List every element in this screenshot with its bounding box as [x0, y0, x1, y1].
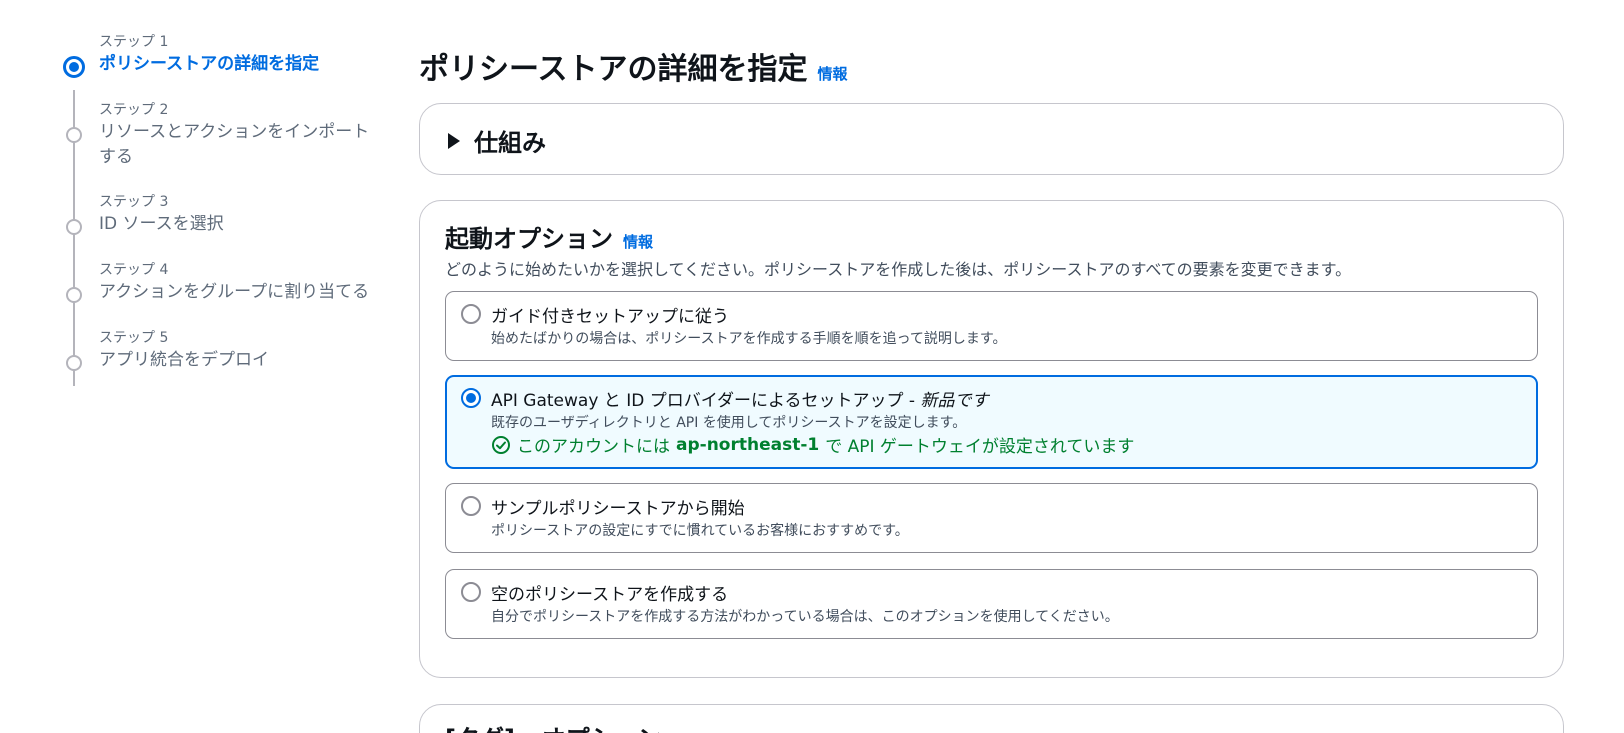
- radio-guided-setup[interactable]: [461, 304, 481, 324]
- launch-info-link[interactable]: 情報: [623, 231, 653, 252]
- step-2-label: リソースとアクションをインポート: [99, 122, 370, 142]
- step-3-number: ステップ 3: [99, 194, 169, 210]
- step-1-number: ステップ 1: [99, 34, 169, 50]
- step-4: ステップ 4 アクションをグループに割り当てる: [62, 260, 369, 305]
- radio-api-gateway-setup[interactable]: [461, 388, 481, 408]
- launch-options-description: どのように始めたいかを選択してください。ポリシーストアを作成した後は、ポリシース…: [445, 260, 1352, 279]
- status-suffix: で API ゲートウェイが設定されています: [825, 437, 1135, 457]
- step-2-label-cont: する: [99, 147, 133, 167]
- step-5-circle-icon: [66, 355, 82, 371]
- page-info-link[interactable]: 情報: [818, 63, 848, 84]
- step-1-label: ポリシーストアの詳細を指定: [99, 54, 320, 74]
- step-5: ステップ 5 アプリ統合をデプロイ: [62, 328, 269, 373]
- step-1-active-icon: [63, 56, 85, 78]
- option-empty-policy-store[interactable]: 空のポリシーストアを作成する 自分でポリシーストアを作成する方法がわかっている場…: [445, 569, 1538, 639]
- option-empty-title: 空のポリシーストアを作成する: [491, 585, 729, 605]
- status-prefix: このアカウントには: [517, 437, 670, 457]
- option-sample-title: サンプルポリシーストアから開始: [491, 499, 745, 519]
- option-api-gateway-desc: 既存のユーザディレクトリと API を使用してポリシーストアを設定します。: [491, 415, 967, 431]
- how-it-works-panel[interactable]: 仕組み: [419, 103, 1564, 175]
- step-4-label: アクションをグループに割り当てる: [99, 282, 370, 302]
- how-it-works-toggle[interactable]: 仕組み: [448, 123, 546, 158]
- step-5-number: ステップ 5: [99, 330, 169, 346]
- step-1[interactable]: ステップ 1 ポリシーストアの詳細を指定: [62, 32, 320, 78]
- how-it-works-title: 仕組み: [474, 129, 546, 157]
- option-empty-desc: 自分でポリシーストアを作成する方法がわかっている場合は、このオプションを使用して…: [491, 609, 1119, 625]
- launch-options-panel: 起動オプション 情報 どのように始めたいかを選択してください。ポリシーストアを作…: [419, 200, 1564, 678]
- new-label: 新品です: [920, 391, 989, 411]
- option-sample-desc: ポリシーストアの設定にすでに慣れているお客様におすすめです。: [491, 523, 909, 539]
- step-4-circle-icon: [66, 287, 82, 303]
- option-guided-setup[interactable]: ガイド付きセットアップに従う 始めたばかりの場合は、ポリシーストアを作成する手順…: [445, 291, 1538, 361]
- step-2-number: ステップ 2: [99, 102, 169, 118]
- launch-options-title: 起動オプション: [445, 225, 613, 253]
- status-region: ap-northeast-1: [676, 434, 820, 455]
- radio-empty-policy-store[interactable]: [461, 582, 481, 602]
- check-circle-icon: [492, 435, 510, 454]
- option-sample-policy-store[interactable]: サンプルポリシーストアから開始 ポリシーストアの設定にすでに慣れているお客様にお…: [445, 483, 1538, 553]
- page-header: ポリシーストアの詳細を指定 情報: [419, 44, 848, 88]
- radio-sample-policy-store[interactable]: [461, 496, 481, 516]
- caret-right-icon: [448, 132, 460, 149]
- api-gateway-status: このアカウントには ap-northeast-1 で API ゲートウェイが設定…: [491, 432, 1134, 457]
- tags-title: [タグ] - オプション: [445, 719, 662, 733]
- step-2: ステップ 2 リソースとアクションをインポート する: [62, 100, 369, 170]
- option-guided-setup-desc: 始めたばかりの場合は、ポリシーストアを作成する手順を順を追って説明します。: [491, 331, 1007, 347]
- option-api-gateway-setup[interactable]: API Gateway と ID プロバイダーによるセットアップ - 新品です …: [445, 375, 1538, 469]
- step-3: ステップ 3 ID ソースを選択: [62, 192, 224, 237]
- option-api-gateway-title: API Gateway と ID プロバイダーによるセットアップ - 新品です: [491, 386, 988, 411]
- step-3-circle-icon: [66, 219, 82, 235]
- step-2-circle-icon: [66, 127, 82, 143]
- page-title: ポリシーストアの詳細を指定: [419, 52, 808, 87]
- option-api-gateway-title-text: API Gateway と ID プロバイダーによるセットアップ -: [491, 391, 921, 411]
- tags-panel[interactable]: [タグ] - オプション: [419, 704, 1564, 733]
- step-3-label: ID ソースを選択: [99, 214, 224, 234]
- launch-options-header: 起動オプション 情報: [445, 219, 653, 254]
- step-4-number: ステップ 4: [99, 262, 169, 278]
- step-5-label: アプリ統合をデプロイ: [99, 350, 269, 370]
- option-guided-setup-title: ガイド付きセットアップに従う: [491, 307, 729, 327]
